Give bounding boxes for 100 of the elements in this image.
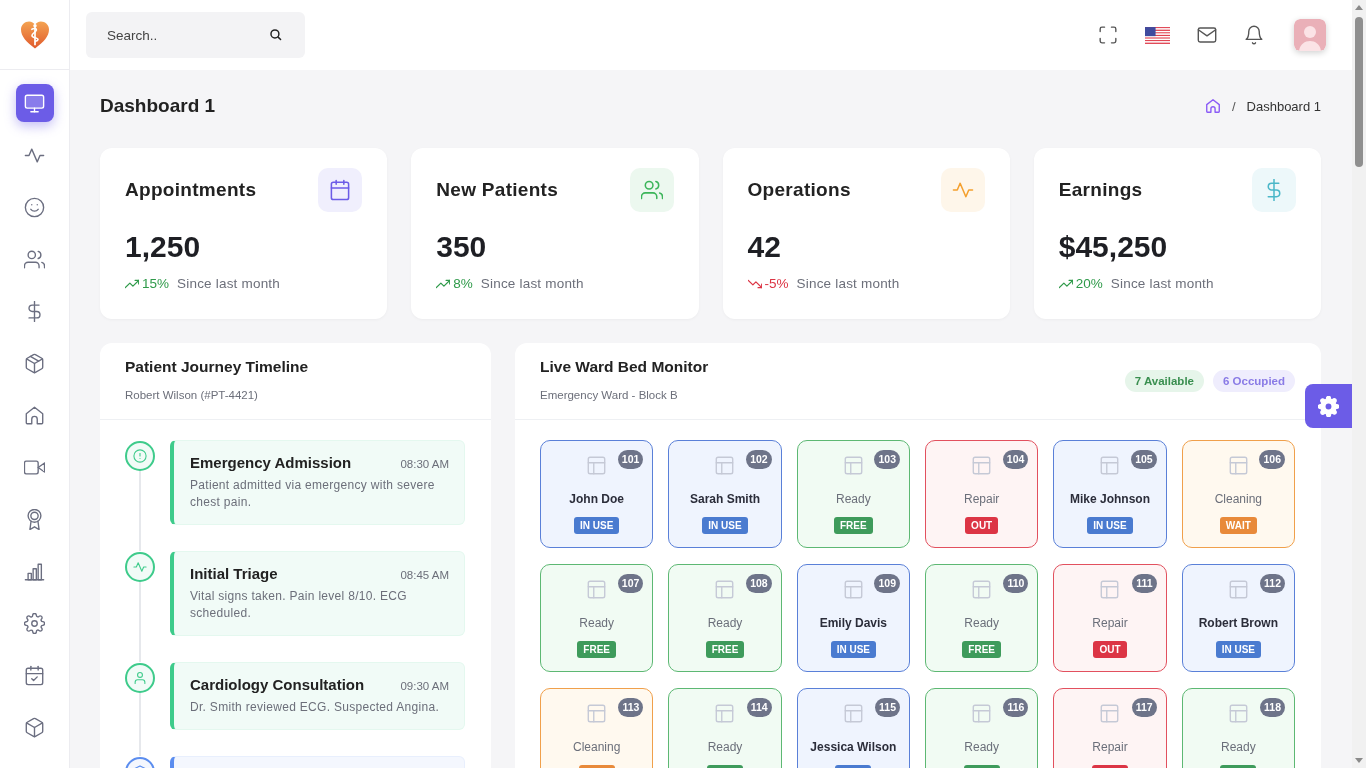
layout-icon — [714, 455, 736, 476]
bed-number-badge: 106 — [1259, 450, 1285, 469]
bed-status-text: Ready — [707, 615, 743, 631]
patient-name: Sarah Smith — [689, 491, 760, 507]
scrollbar-thumb[interactable] — [1355, 17, 1363, 167]
status-badge: IN USE — [574, 517, 620, 534]
layout-icon — [971, 455, 993, 476]
stat-title: New Patients — [436, 179, 559, 201]
calendar-check-icon — [24, 664, 45, 686]
bed-status-text: Ready — [964, 739, 999, 755]
bed-number-badge: 105 — [1131, 450, 1157, 469]
search-field[interactable]: Search.. — [86, 12, 305, 58]
layout-icon — [842, 579, 864, 600]
heart-logo-icon[interactable] — [20, 20, 49, 49]
occupied-tag: 6 Occupied — [1213, 370, 1295, 392]
pulse-icon — [940, 168, 985, 212]
layout-icon — [842, 703, 864, 724]
layout-icon — [586, 579, 608, 600]
smiley-icon — [24, 196, 45, 218]
bed-number-badge: 118 — [1260, 698, 1285, 717]
stat-title: Appointments — [125, 179, 257, 201]
home-icon[interactable] — [1204, 98, 1221, 114]
event-time: 08:30 AM — [400, 458, 449, 470]
bed-number-badge: 116 — [1003, 698, 1029, 717]
status-badge: IN USE — [1215, 641, 1261, 658]
dollar-icon — [1252, 168, 1296, 212]
bed-status-text: Repair — [1092, 739, 1128, 755]
bed-number-badge: 115 — [875, 698, 900, 717]
stat-value: 350 — [436, 229, 488, 265]
change-percent: 8% — [453, 275, 473, 293]
settings-icon — [24, 612, 45, 634]
breadcrumb-separator: / — [1231, 98, 1236, 114]
stat-value: $45,250 — [1058, 229, 1169, 265]
page-title: Dashboard 1 — [100, 94, 216, 118]
users-icon — [629, 168, 674, 212]
layout-icon — [971, 579, 993, 600]
status-badge: IN USE — [830, 641, 876, 658]
monitor-icon — [24, 92, 45, 114]
us-flag-icon[interactable] — [1145, 26, 1170, 44]
layout-icon — [714, 703, 736, 724]
layout-icon — [1227, 579, 1249, 600]
change-percent: -5% — [764, 275, 789, 293]
bell-icon[interactable] — [1244, 25, 1264, 45]
status-badge: FREE — [962, 641, 1001, 658]
change-percent: 20% — [1075, 275, 1103, 293]
layout-icon — [714, 579, 736, 600]
stat-title: Operations — [747, 179, 851, 201]
status-badge: WAIT — [1219, 517, 1257, 534]
layout-icon — [1099, 455, 1121, 476]
calendar-icon — [318, 168, 363, 212]
layout-icon — [1099, 579, 1121, 600]
bed-number-badge: 110 — [1003, 574, 1029, 593]
fullscreen-icon[interactable] — [1098, 25, 1118, 45]
event-description: Patient admitted via emergency with severe chest pain. — [190, 477, 436, 511]
bed-number-badge: 117 — [1131, 698, 1157, 717]
status-badge: OUT — [965, 517, 999, 534]
bed-status-text: Repair — [964, 491, 1000, 507]
scroll-down-arrow-icon[interactable] — [1355, 758, 1363, 763]
bed-number-badge: 108 — [746, 574, 772, 593]
panel-subtitle: Robert Wilson (#PT-4421) — [125, 388, 259, 403]
status-badge: FREE — [577, 641, 616, 658]
mail-icon[interactable] — [1197, 25, 1217, 45]
bed-status-text: Ready — [579, 615, 614, 631]
patient-name: Jessica Wilson — [810, 739, 897, 755]
bed-status-text: Cleaning — [572, 739, 621, 755]
bed-number-badge: 113 — [618, 698, 644, 717]
search-icon[interactable] — [269, 28, 282, 41]
event-title: Cardiology Consultation — [190, 675, 365, 695]
package-icon — [24, 352, 45, 374]
event-time: 08:45 AM — [400, 569, 449, 581]
bed-number-badge: 111 — [1132, 574, 1157, 593]
bed-number-badge: 109 — [874, 574, 900, 593]
layout-icon — [586, 703, 608, 724]
bed-status-text: Ready — [707, 739, 743, 755]
stat-value: 42 — [747, 229, 782, 265]
layout-icon — [1227, 455, 1249, 476]
scroll-up-arrow-icon[interactable] — [1355, 5, 1363, 10]
patient-name: Mike Johnson — [1070, 491, 1150, 507]
event-description: Dr. Smith reviewed ECG. Suspected Angina. — [190, 699, 441, 716]
stat-caption: Since last month — [1110, 275, 1214, 293]
sidebar-item[interactable] — [15, 84, 54, 122]
event-title: Emergency Admission — [190, 453, 352, 473]
cube-icon — [24, 716, 45, 738]
stat-title: Earnings — [1058, 179, 1143, 201]
change-percent: 15% — [142, 275, 170, 293]
bed-number-badge: 112 — [1260, 574, 1285, 593]
bed-status-text: Cleaning — [1214, 491, 1262, 507]
bed-number-badge: 114 — [746, 698, 772, 717]
stat-caption: Since last month — [177, 275, 281, 293]
stat-caption: Since last month — [796, 275, 900, 293]
breadcrumb-current: Dashboard 1 — [1246, 98, 1321, 114]
available-tag: 7 Available — [1124, 370, 1204, 392]
event-time: 09:30 AM — [400, 680, 449, 692]
panel-title: Live Ward Bed Monitor — [540, 357, 709, 377]
patient-name: John Doe — [569, 491, 624, 507]
layout-icon — [586, 455, 608, 476]
settings-button[interactable] — [1305, 384, 1352, 428]
settings-icon — [1318, 395, 1339, 417]
status-badge: FREE — [705, 641, 745, 658]
bed-number-badge: 107 — [617, 574, 644, 593]
